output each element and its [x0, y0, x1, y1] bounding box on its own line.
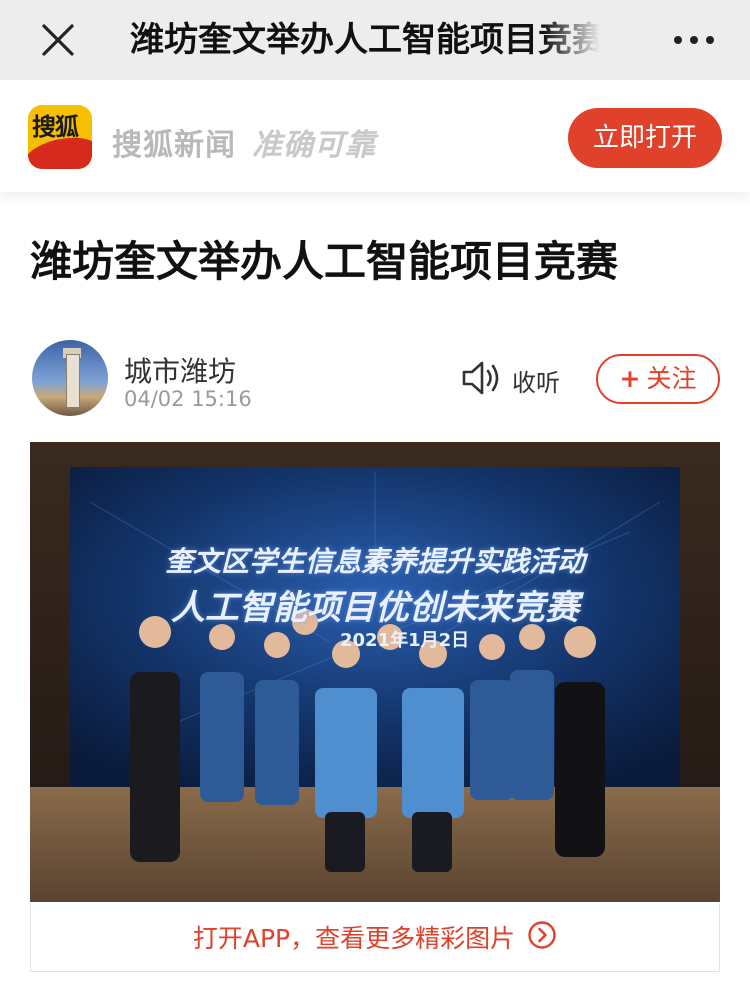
photo-banner-date: 2021年1月2日: [340, 630, 470, 651]
author-avatar[interactable]: [32, 340, 108, 416]
slogan-tagline: 准确可靠: [252, 128, 376, 163]
open-app-label: 打开APP，查看更多精彩图片: [192, 924, 516, 953]
sohu-logo: 搜狐: [28, 105, 92, 169]
plus-icon: +: [619, 364, 641, 393]
speaker-icon: [460, 358, 504, 402]
logo-text: 搜狐: [32, 113, 79, 141]
slogan-brand: 搜狐新闻: [112, 128, 236, 163]
follow-label: 关注: [646, 364, 697, 393]
publish-time: 04/02 15:16: [124, 387, 252, 411]
follow-button[interactable]: + 关注: [596, 354, 720, 404]
banner-slogan: 搜狐新闻 准确可靠: [112, 120, 376, 164]
more-icon[interactable]: [672, 30, 716, 50]
top-nav-bar: 潍坊奎文举办人工智能项目竞赛: [0, 0, 750, 80]
open-now-button[interactable]: 立即打开: [568, 108, 722, 168]
photo-banner-line1: 奎文区学生信息素养提升实践活动: [164, 545, 585, 578]
listen-label: 收听: [512, 368, 560, 397]
photo-banner-line2: 人工智能项目优创未来竞赛: [171, 588, 579, 628]
close-icon[interactable]: [38, 20, 78, 60]
author-name[interactable]: 城市潍坊: [124, 350, 236, 390]
article-photo[interactable]: 奎文区学生信息素养提升实践活动 人工智能项目优创未来竞赛 2021年1月2日: [30, 442, 720, 902]
listen-button[interactable]: 收听: [460, 360, 560, 400]
nav-title: 潍坊奎文举办人工智能项目竞赛: [130, 20, 600, 60]
chevron-right-circle-icon: [527, 920, 557, 954]
open-app-link[interactable]: 打开APP，查看更多精彩图片: [30, 903, 720, 972]
app-promo-banner: 搜狐 搜狐新闻 准确可靠 立即打开: [0, 80, 750, 192]
article-headline: 潍坊奎文举办人工智能项目竞赛: [30, 237, 619, 286]
